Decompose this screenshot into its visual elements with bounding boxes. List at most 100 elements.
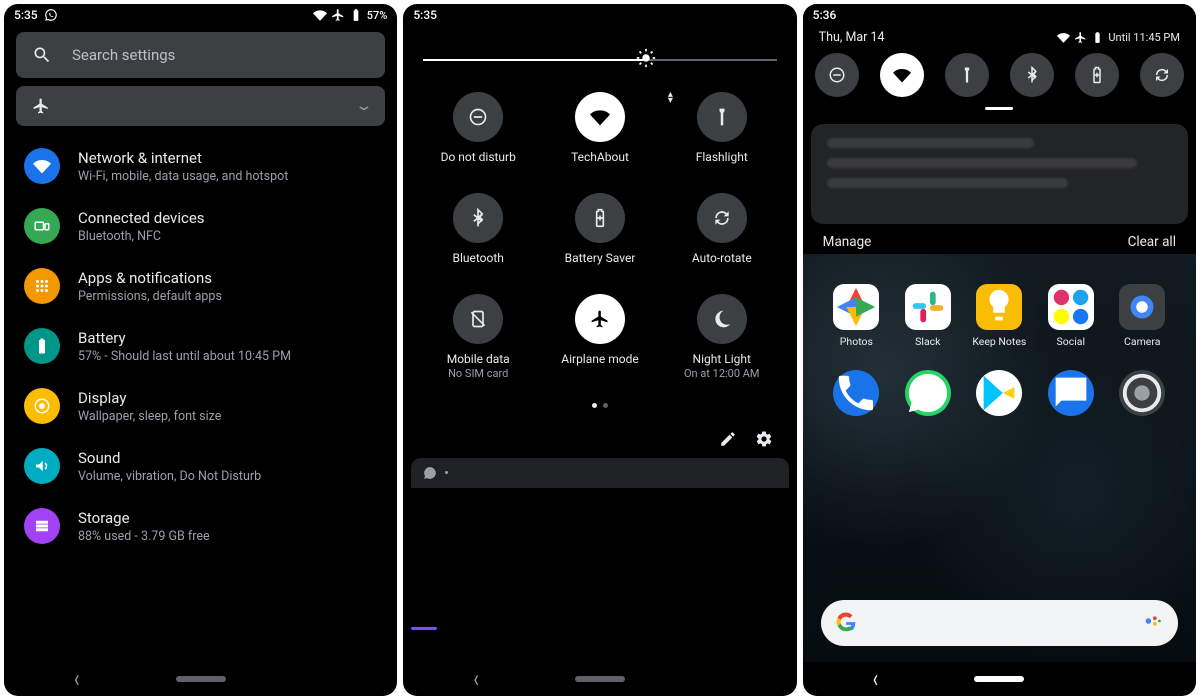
qs-tile-bt[interactable]: Bluetooth (421, 193, 535, 266)
wifi-icon (1057, 31, 1070, 44)
app-play[interactable] (976, 370, 1022, 416)
airplane-icon (575, 294, 625, 344)
search-settings-input[interactable]: Search settings (16, 32, 385, 78)
app-label: Camera (1124, 335, 1160, 348)
mini-qs-dnd[interactable] (815, 53, 859, 97)
google-icon (835, 612, 857, 634)
qs-tile-airplane[interactable]: Airplane mode (543, 294, 657, 381)
search-icon (32, 45, 52, 65)
settings-title: Network & internet (78, 149, 288, 167)
brightness-thumb-icon[interactable] (636, 48, 656, 72)
app-whatsapp[interactable] (905, 370, 951, 416)
qs-tile-label: Flashlight (696, 150, 748, 165)
settings-item-display[interactable]: Display Wallpaper, sleep, font size (4, 376, 397, 436)
mini-qs-flash[interactable] (945, 53, 989, 97)
airplane-icon (1074, 31, 1087, 44)
shade-handle[interactable] (985, 107, 1013, 110)
settings-item-storage[interactable]: Storage88% used - 3.79 GB free (4, 496, 397, 556)
settings-item-battery[interactable]: Battery 57% - Should last until about 10:… (4, 316, 397, 376)
app-slack[interactable]: Slack (905, 284, 951, 348)
sim-off-icon (453, 294, 503, 344)
brightness-slider[interactable] (423, 50, 776, 70)
airplane-icon (32, 97, 50, 115)
mini-quick-settings-row (803, 53, 1196, 101)
panel-settings: 5:35 57% Search settings ⌄ Network & int… (4, 4, 397, 696)
status-time: 5:35 (413, 8, 437, 22)
app-keep[interactable]: Keep Notes (972, 284, 1026, 348)
sound-icon (24, 448, 60, 484)
panel-quick-settings: 5:35 Do not disturb▴▾TechAbout Flashlight… (403, 4, 796, 696)
settings-title: Battery (78, 329, 291, 347)
settings-title: Display (78, 389, 221, 407)
dnd-icon (453, 92, 503, 142)
flashlight-icon (697, 92, 747, 142)
network-icon (24, 148, 60, 184)
settings-item-apps[interactable]: Apps & notificationsPermissions, default… (4, 256, 397, 316)
settings-title: Connected devices (78, 209, 205, 227)
qs-tile-label: Bluetooth (453, 251, 504, 266)
wifi-icon (575, 92, 625, 142)
app-settings[interactable] (1119, 370, 1165, 416)
shade-header: Thu, Mar 14 Until 11:45 PM (803, 26, 1196, 53)
app-label: Keep Notes (972, 335, 1026, 348)
nav-home-pill[interactable] (974, 676, 1024, 682)
search-placeholder: Search settings (72, 46, 175, 64)
manage-button[interactable]: Manage (823, 234, 872, 250)
nav-home-pill[interactable] (176, 676, 226, 682)
qs-tile-batt[interactable]: Battery Saver (543, 193, 657, 266)
clear-all-button[interactable]: Clear all (1128, 234, 1176, 250)
settings-subtitle: Bluetooth, NFC (78, 229, 205, 244)
settings-subtitle: Wi-Fi, mobile, data usage, and hotspot (78, 169, 288, 184)
notification-card[interactable] (811, 124, 1188, 224)
qs-tile-wifi[interactable]: ▴▾TechAbout (543, 92, 657, 165)
qs-tile-night[interactable]: Night LightOn at 12:00 AM (665, 294, 779, 381)
status-battery-pct: 57% (367, 9, 388, 22)
status-time: 5:36 (813, 8, 837, 22)
mini-qs-bt[interactable] (1010, 53, 1054, 97)
assistant-icon[interactable] (1142, 610, 1164, 636)
rotate-icon (697, 193, 747, 243)
night-icon (697, 294, 747, 344)
settings-subtitle: 57% - Should last until about 10:45 PM (78, 349, 291, 364)
edit-icon[interactable] (719, 430, 737, 448)
app-social[interactable]: Social (1048, 284, 1094, 348)
shade-date: Thu, Mar 14 (819, 30, 885, 45)
quick-settings-grid: Do not disturb▴▾TechAbout Flashlight Bluet… (403, 92, 796, 381)
qs-tile-label: Night LightOn at 12:00 AM (684, 352, 760, 381)
settings-item-network[interactable]: Network & internet Wi-Fi, mobile, data us… (4, 136, 397, 196)
app-phone[interactable] (833, 370, 879, 416)
whatsapp-icon (44, 8, 58, 22)
nav-back-button[interactable]: ‹ (473, 664, 478, 693)
nav-back-button[interactable]: ‹ (74, 664, 79, 693)
display-icon (24, 388, 60, 424)
mini-qs-batt[interactable] (1075, 53, 1119, 97)
panel-notification-shade: 5:36 Thu, Mar 14 Until 11:45 PM Manage C… (803, 4, 1196, 696)
status-bar: 5:35 57% (4, 4, 397, 26)
settings-item-connected[interactable]: Connected devices Bluetooth, NFC (4, 196, 397, 256)
qs-tile-rotate[interactable]: Auto-rotate (665, 193, 779, 266)
google-search-bar[interactable] (821, 600, 1178, 646)
app-label: Photos (840, 335, 873, 348)
qs-tile-mobile[interactable]: Mobile dataNo SIM card (421, 294, 535, 381)
settings-title: Sound (78, 449, 261, 467)
app-label: Slack (915, 335, 940, 348)
mini-qs-wifi[interactable] (880, 53, 924, 97)
airplane-icon (331, 8, 345, 22)
settings-item-sound[interactable]: SoundVolume, vibration, Do Not Disturb (4, 436, 397, 496)
nav-back-button[interactable]: ‹ (873, 664, 878, 693)
nav-home-pill[interactable] (575, 676, 625, 682)
home-screen[interactable]: Photos Slack Keep Notes Social Camera (803, 254, 1196, 662)
settings-subtitle: 88% used - 3.79 GB free (78, 529, 210, 544)
app-camera[interactable]: Camera (1119, 284, 1165, 348)
notification-shade: 5:36 Thu, Mar 14 Until 11:45 PM (803, 4, 1196, 120)
qs-footer (403, 408, 796, 454)
gear-icon[interactable] (755, 430, 773, 448)
notification-peek[interactable] (411, 458, 788, 488)
settings-subtitle: Wallpaper, sleep, font size (78, 409, 221, 424)
qs-tile-dnd[interactable]: Do not disturb (421, 92, 535, 165)
app-messages[interactable] (1048, 370, 1094, 416)
airplane-mode-banner[interactable]: ⌄ (16, 86, 385, 126)
qs-tile-flash[interactable]: Flashlight (665, 92, 779, 165)
app-photos[interactable]: Photos (833, 284, 879, 348)
mini-qs-rotate[interactable] (1140, 53, 1184, 97)
